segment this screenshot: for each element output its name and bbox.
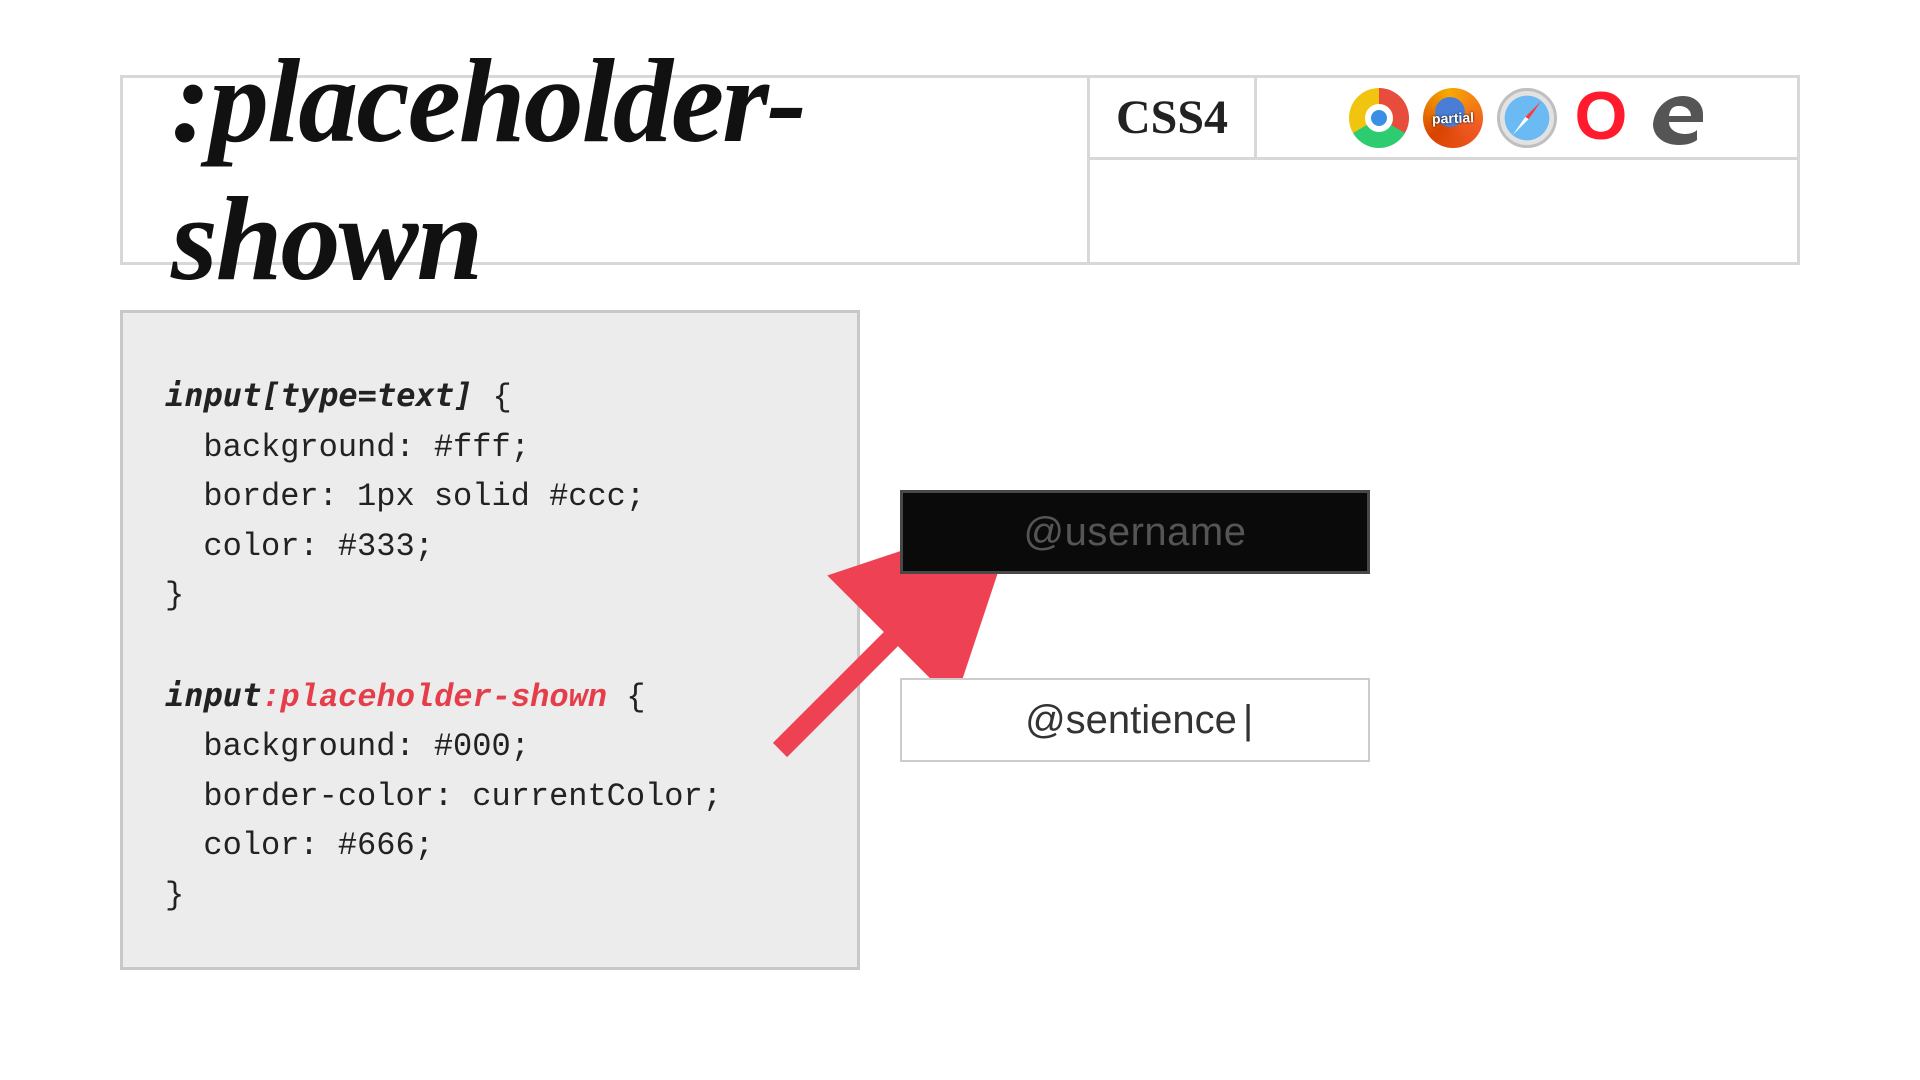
header-banner: :placeholder-shown CSS4 partial O — [120, 75, 1800, 265]
code-selector-1: input[type=text] — [165, 376, 473, 414]
firefox-icon: partial — [1423, 88, 1483, 148]
header-meta: CSS4 partial O — [1087, 78, 1797, 262]
code-selector-2a: input — [165, 676, 261, 714]
input-placeholder-state[interactable]: @username — [900, 490, 1370, 574]
chrome-icon — [1349, 88, 1409, 148]
css-code: input[type=text] { background: #fff; bor… — [165, 371, 815, 921]
code-pseudo-class: :placeholder-shown — [261, 679, 607, 716]
placeholder-text: @username — [1024, 510, 1247, 555]
browser-support-row: partial O — [1257, 78, 1797, 160]
edge-icon — [1645, 88, 1705, 148]
opera-icon: O — [1571, 88, 1631, 148]
input-filled-state[interactable]: @sentience| — [900, 678, 1370, 762]
safari-icon — [1497, 88, 1557, 148]
header-empty-cell — [1087, 160, 1797, 262]
input-value: @sentience — [1025, 698, 1237, 743]
spec-badge: CSS4 — [1087, 78, 1257, 160]
demo-area: @username @sentience| — [900, 490, 1500, 866]
text-caret: | — [1243, 698, 1245, 743]
firefox-partial-label: partial — [1432, 109, 1475, 126]
slide-title: :placeholder-shown — [123, 78, 1087, 262]
code-block: input[type=text] { background: #fff; bor… — [120, 310, 860, 970]
header-top-row: CSS4 partial O — [1087, 78, 1797, 160]
